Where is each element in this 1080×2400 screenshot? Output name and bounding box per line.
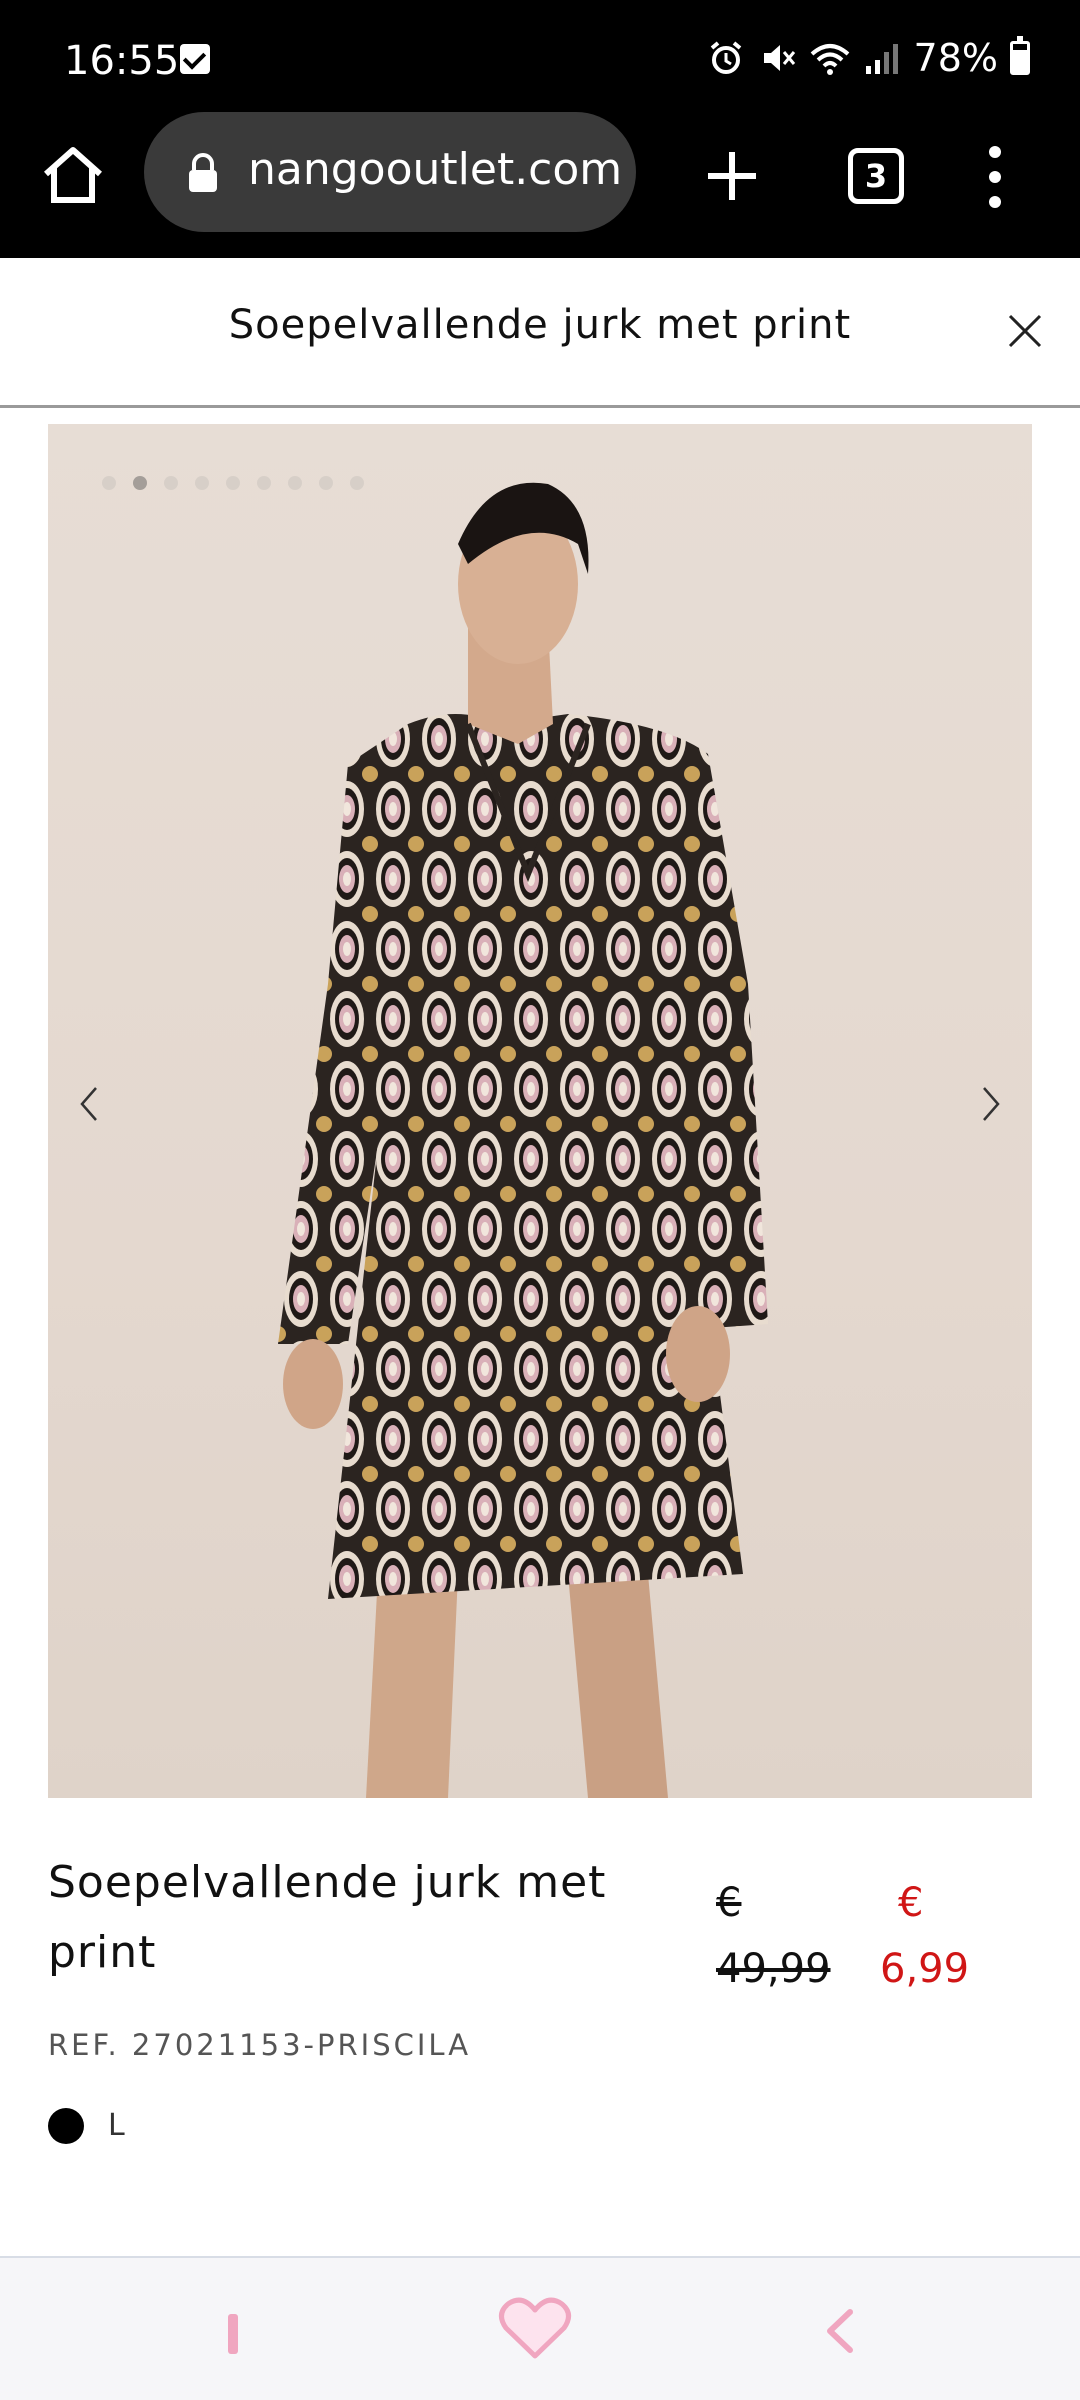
size-label[interactable]: L xyxy=(108,2108,125,2143)
carousel-dot[interactable] xyxy=(164,476,178,490)
heart-icon[interactable] xyxy=(498,2296,572,2362)
browser-toolbar: nangooutlet.com 3 xyxy=(0,112,1080,258)
sale-price-amount: 6,99 xyxy=(880,1946,970,1992)
carousel-dot[interactable] xyxy=(257,476,271,490)
close-icon[interactable] xyxy=(1006,312,1044,350)
product-photo xyxy=(278,482,768,1798)
page-header: Soepelvallende jurk met print xyxy=(0,258,1080,408)
back-icon[interactable] xyxy=(820,2306,860,2356)
carousel-dot[interactable] xyxy=(350,476,364,490)
carousel-dot-active[interactable] xyxy=(133,476,147,490)
original-price-amount: 49,99 xyxy=(716,1946,831,1992)
page-title: Soepelvallende jurk met print xyxy=(228,302,852,348)
alarm-icon xyxy=(710,41,741,74)
carousel-dot[interactable] xyxy=(319,476,333,490)
battery-icon xyxy=(1010,36,1030,75)
carousel-dots xyxy=(102,476,364,490)
home-icon[interactable] xyxy=(40,142,106,208)
carousel-dot[interactable] xyxy=(288,476,302,490)
carousel-dot[interactable] xyxy=(195,476,209,490)
plus-icon[interactable] xyxy=(700,144,764,208)
tab-switcher-button[interactable]: 3 xyxy=(848,148,904,204)
status-icons: 78% xyxy=(706,36,1030,80)
mute-icon xyxy=(763,45,795,71)
wifi-icon xyxy=(810,44,849,75)
original-price-currency: € xyxy=(716,1880,742,1926)
original-price: € 49,99 xyxy=(716,1870,856,2002)
product-image-carousel[interactable] xyxy=(48,424,1032,1798)
more-vert-icon[interactable] xyxy=(980,142,1010,212)
carousel-dot[interactable] xyxy=(226,476,240,490)
sale-price: € 6,99 xyxy=(880,1870,1020,2002)
bottom-navigation xyxy=(0,2256,1080,2400)
product-name: Soepelvallende jurk met print xyxy=(48,1857,607,1978)
checkbox-notification-icon xyxy=(180,44,210,74)
product-reference: REF. 27021153-PRISCILA xyxy=(48,2028,472,2062)
status-bar: 16:55 78% xyxy=(0,0,1080,122)
sale-price-currency: € xyxy=(898,1880,924,1926)
chevron-right-icon[interactable] xyxy=(976,1084,1006,1124)
recent-apps-icon[interactable] xyxy=(228,2314,238,2354)
carousel-dot[interactable] xyxy=(102,476,116,490)
battery-percent: 78% xyxy=(913,36,998,80)
lock-icon xyxy=(189,153,217,192)
signal-icon xyxy=(865,44,898,74)
status-time: 16:55 xyxy=(64,38,180,84)
url-text[interactable]: nangooutlet.com xyxy=(248,144,622,195)
color-swatch[interactable] xyxy=(48,2108,84,2144)
chevron-left-icon[interactable] xyxy=(74,1084,104,1124)
